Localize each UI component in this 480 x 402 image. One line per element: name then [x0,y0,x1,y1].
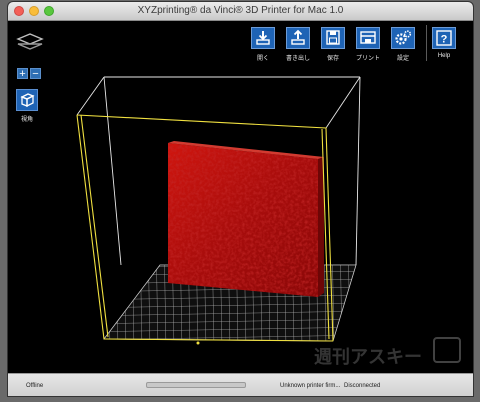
open-button[interactable] [251,27,275,49]
zoom-out-button[interactable]: − [30,68,41,80]
view-angle-label: 視角 [20,117,33,123]
save-label: 保存 [326,56,339,62]
build-scene[interactable] [8,21,473,373]
firmware-status: Unknown printer firm... [280,383,341,389]
help-label: Help [437,53,451,59]
help-button[interactable]: ? [432,27,456,49]
save-button[interactable] [321,27,345,49]
view-angle-button[interactable] [16,89,38,111]
origin-marker [196,341,200,345]
3d-viewport[interactable]: + − 視角 開く 書き出し 保存 プリント 設定 ? Help 週刊アスキー [8,21,473,373]
export-button[interactable] [286,27,310,49]
open-icon [256,31,270,45]
progress-bar [146,382,246,388]
zoom-in-button[interactable]: + [17,68,28,80]
app-window: XYZprinting® da Vinci® 3D Printer for Ma… [8,2,473,396]
xyz-logo [16,31,46,58]
connection-status: Disconnected [344,383,381,389]
help-icon: ? [436,30,452,46]
settings-icon [395,30,412,45]
window-title: XYZprinting® da Vinci® 3D Printer for Ma… [137,5,344,16]
open-label: 開く [256,56,269,62]
cube-icon [20,93,35,108]
title-bar: XYZprinting® da Vinci® 3D Printer for Ma… [8,2,473,21]
save-icon [326,30,340,45]
watermark-text: 週刊アスキー [314,347,422,368]
settings-button[interactable] [391,27,415,49]
print-label: プリント [355,56,380,62]
connection-state: Offline [26,383,44,389]
watermark-logo [433,337,461,363]
status-bar: Offline Unknown printer firm... Disconne… [8,373,473,396]
settings-label: 設定 [396,56,409,62]
print-button[interactable] [356,27,380,49]
export-icon [291,29,305,45]
svg-text:?: ? [441,34,448,46]
printed-model[interactable] [168,141,324,297]
export-label: 書き出し [285,56,310,62]
print-icon [360,31,376,44]
